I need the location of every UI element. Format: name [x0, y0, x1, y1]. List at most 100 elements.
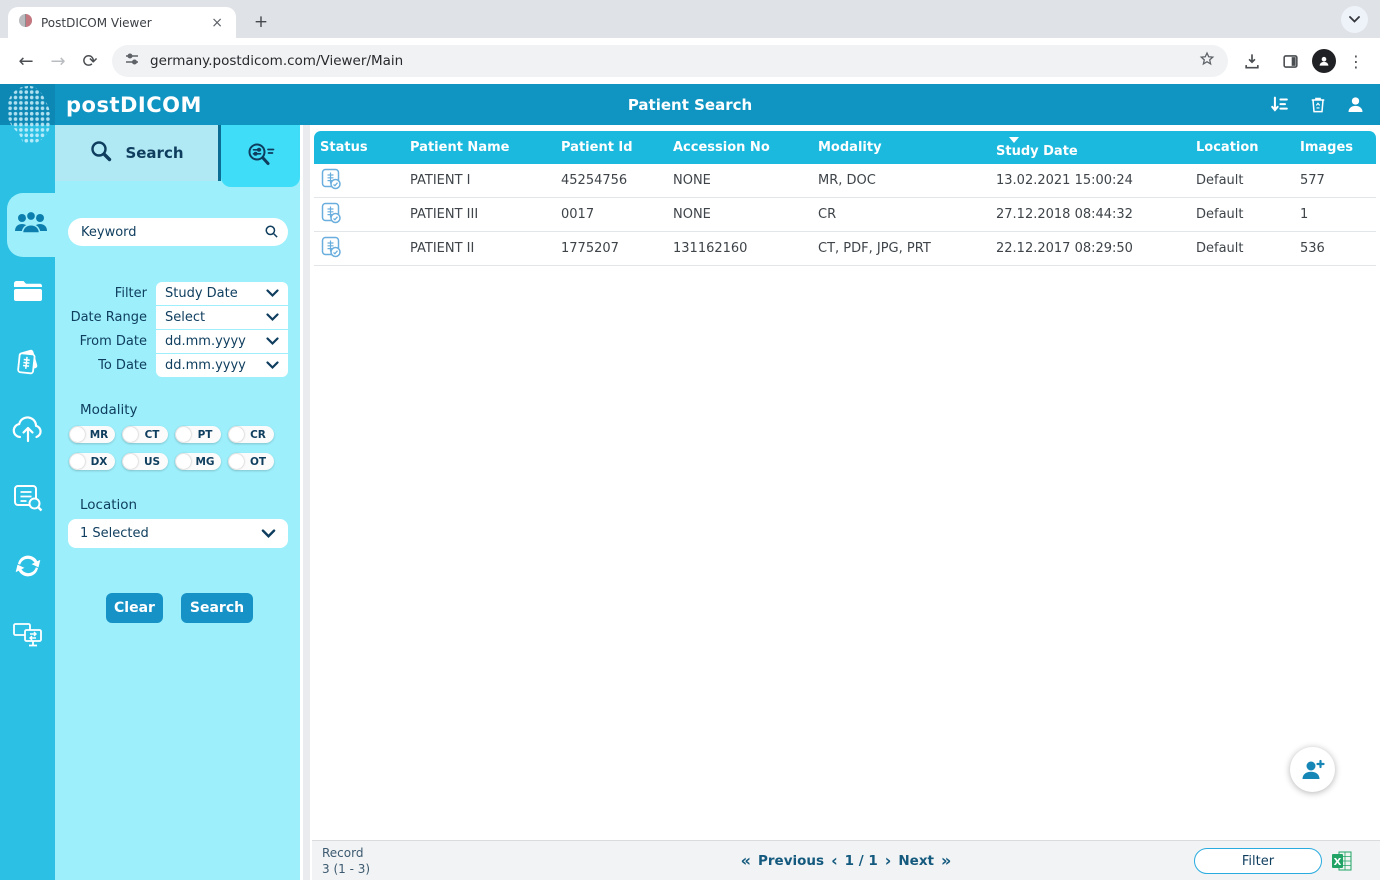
sidebar-item-sync[interactable] [0, 536, 55, 600]
cell-patient-id: 45254756 [555, 173, 667, 188]
search-panel: Search Filter Study Date Date Rang [55, 125, 300, 880]
sidebar-item-query[interactable] [0, 468, 55, 532]
sync-arrows-icon [13, 551, 43, 585]
table-row[interactable]: PATIENT II 1775207 131162160 CT, PDF, JP… [314, 232, 1376, 266]
chevron-down-icon [266, 313, 279, 322]
column-header-study-date[interactable]: Study Date [990, 131, 1190, 164]
browser-tab-strip: PostDICOM Viewer × + [0, 0, 1380, 38]
column-header-accession-no[interactable]: Accession No [667, 140, 812, 155]
column-header-images[interactable]: Images [1294, 140, 1376, 155]
site-settings-icon[interactable] [124, 51, 140, 71]
study-status-icon[interactable] [320, 235, 344, 263]
close-tab-icon[interactable]: × [208, 15, 226, 31]
search-button[interactable]: Search [181, 593, 253, 623]
browser-menu-icon[interactable]: ⋮ [1342, 52, 1370, 71]
keyword-input[interactable] [68, 218, 288, 246]
forward-button[interactable]: → [42, 45, 74, 77]
bookmark-star-icon[interactable] [1198, 50, 1216, 72]
results-area: Status Patient Name Patient Id Accession… [312, 125, 1380, 880]
address-bar[interactable]: germany.postdicom.com/Viewer/Main [112, 45, 1228, 77]
modality-toggle-label: CR [244, 429, 274, 441]
tab-list-chevron-button[interactable] [1341, 6, 1368, 33]
date-range-label: Date Range [68, 306, 156, 329]
toggle-knob [123, 454, 138, 469]
cell-patient-id: 0017 [555, 207, 667, 222]
filter-group: Filter Study Date Date Range Select From… [68, 282, 288, 378]
column-header-status[interactable]: Status [314, 140, 404, 155]
record-count: 3 (1 - 3) [322, 862, 370, 878]
toggle-knob [176, 427, 191, 442]
profile-avatar[interactable] [1312, 49, 1336, 73]
last-page-icon[interactable]: » [941, 853, 951, 869]
sidebar-item-folders[interactable] [0, 261, 55, 325]
cell-study-date: 13.02.2021 15:00:24 [990, 173, 1190, 188]
toggle-knob [176, 454, 191, 469]
study-status-icon[interactable] [320, 201, 344, 229]
sidebar-item-upload[interactable] [0, 399, 55, 463]
filter-button[interactable]: Filter [1194, 848, 1322, 874]
modality-toggle-ct[interactable]: CT [122, 426, 168, 443]
modality-toggle-us[interactable]: US [122, 453, 168, 470]
cell-patient-name: PATIENT I [404, 173, 555, 188]
side-panel-icon[interactable] [1274, 45, 1306, 77]
browser-tab[interactable]: PostDICOM Viewer × [8, 7, 236, 38]
browser-toolbar: ← → ⟳ germany.postdicom.com/Viewer/Main … [0, 38, 1380, 84]
column-header-modality[interactable]: Modality [812, 140, 990, 155]
to-date-label: To Date [68, 354, 156, 377]
cell-location: Default [1190, 173, 1294, 188]
export-excel-icon[interactable]: X [1331, 851, 1352, 875]
new-tab-button[interactable]: + [248, 9, 274, 35]
modality-toggle-cr[interactable]: CR [228, 426, 274, 443]
tab-advanced-search[interactable] [221, 125, 300, 187]
person-plus-icon [1300, 758, 1326, 782]
sidebar-item-patients[interactable] [7, 193, 55, 257]
next-button[interactable]: Next [898, 853, 934, 869]
clear-button[interactable]: Clear [106, 593, 163, 623]
modality-toggle-mg[interactable]: MG [175, 453, 221, 470]
tab-title: PostDICOM Viewer [41, 16, 200, 30]
results-footer: Record 3 (1 - 3) « Previous ‹ 1 / 1 › Ne… [312, 840, 1380, 880]
from-date-select[interactable]: dd.mm.yyyy [156, 330, 288, 353]
recycle-bin-icon[interactable] [1308, 94, 1328, 116]
url-text[interactable]: germany.postdicom.com/Viewer/Main [150, 53, 1188, 69]
to-date-select[interactable]: dd.mm.yyyy [156, 354, 288, 377]
panel-scrollbar[interactable] [300, 125, 312, 880]
column-header-patient-id[interactable]: Patient Id [555, 140, 667, 155]
modality-toggle-mr[interactable]: MR [69, 426, 115, 443]
table-row[interactable]: PATIENT I 45254756 NONE MR, DOC 13.02.20… [314, 164, 1376, 198]
back-button[interactable]: ← [10, 45, 42, 77]
filter-select[interactable]: Study Date [156, 282, 288, 305]
column-header-patient-name[interactable]: Patient Name [404, 140, 555, 155]
modality-toggle-label: DX [85, 456, 115, 468]
column-header-location[interactable]: Location [1190, 140, 1294, 155]
sort-order-icon[interactable] [1268, 94, 1291, 116]
tab-basic-search[interactable]: Search [55, 125, 218, 181]
modality-toggle-ot[interactable]: OT [228, 453, 274, 470]
previous-button[interactable]: Previous [758, 853, 824, 869]
location-select[interactable]: 1 Selected [68, 519, 288, 548]
modality-toggle-dx[interactable]: DX [69, 453, 115, 470]
date-range-select[interactable]: Select [156, 306, 288, 329]
table-header-row: Status Patient Name Patient Id Accession… [314, 131, 1376, 164]
modality-label: Modality [80, 402, 138, 418]
cell-patient-name: PATIENT III [404, 207, 555, 222]
table-row[interactable]: PATIENT III 0017 NONE CR 27.12.2018 08:4… [314, 198, 1376, 232]
modality-toggle-pt[interactable]: PT [175, 426, 221, 443]
date-range-value: Select [165, 310, 205, 325]
sidebar-item-studies[interactable] [0, 332, 55, 396]
list-search-icon [13, 483, 43, 517]
downloads-icon[interactable] [1236, 45, 1268, 77]
chevron-down-icon [266, 289, 279, 298]
add-patient-fab[interactable] [1290, 747, 1335, 792]
cell-modality: MR, DOC [812, 173, 990, 188]
user-account-icon[interactable] [1345, 94, 1366, 115]
first-page-icon[interactable]: « [741, 853, 751, 869]
next-page-icon[interactable]: › [885, 853, 892, 869]
cell-images: 536 [1294, 241, 1376, 256]
previous-page-icon[interactable]: ‹ [831, 853, 838, 869]
toggle-knob [229, 454, 244, 469]
reload-button[interactable]: ⟳ [74, 45, 106, 77]
sidebar-item-share[interactable] [0, 605, 55, 669]
to-date-value: dd.mm.yyyy [165, 358, 246, 373]
study-status-icon[interactable] [320, 167, 344, 195]
